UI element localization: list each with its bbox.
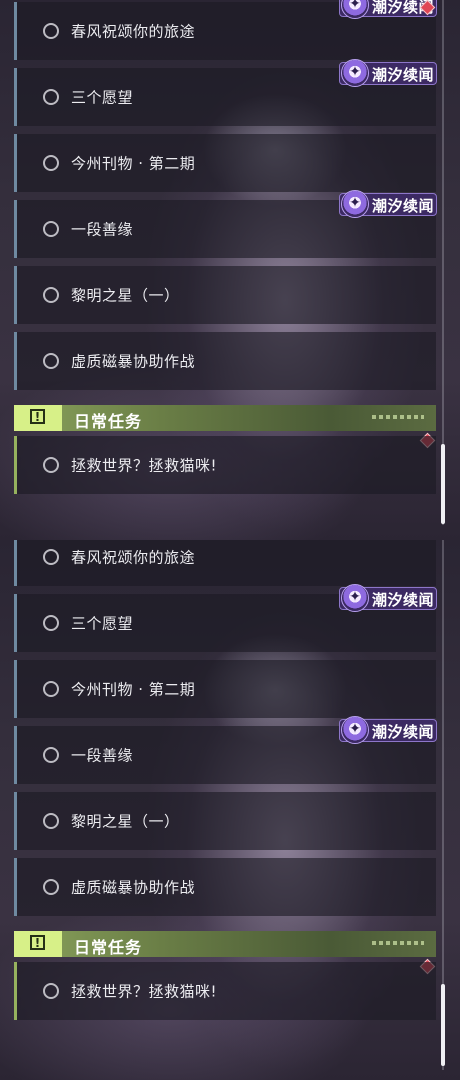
sparkle-icon: ✦ [341,716,369,744]
badge-label: 潮汐续闻 [372,66,435,84]
quest-item[interactable]: 虚质磁暴协助作战 [14,858,436,916]
quest-status-circle-icon [43,353,59,369]
badge-label: 潮汐续闻 [372,591,435,609]
scrollbar-thumb[interactable] [441,984,445,1066]
quest-title: 黎明之星（一） [71,286,180,305]
exclamation-box-icon: ! [14,931,62,957]
quest-list-panel-bottom: 春风祝颂你的旅途 三个愿望 ✦ 潮汐续闻 今州刊物 · 第二期 一段善缘 ✦ 潮… [0,540,460,1080]
exclamation-box-icon: ! [14,405,62,431]
quest-title: 三个愿望 [71,88,134,107]
tide-tale-badge: ✦ 潮汐续闻 [339,59,437,87]
quest-status-circle-icon [43,221,59,237]
daily-quest-item[interactable]: 拯救世界？拯救猫咪! [14,962,436,1020]
daily-tasks-header: ! 日常任务 [14,405,436,431]
quest-item[interactable]: 春风祝颂你的旅途 [14,540,436,586]
quest-status-circle-icon [43,23,59,39]
quest-status-circle-icon [43,615,59,631]
quest-status-circle-icon [43,681,59,697]
quest-title: 一段善缘 [71,746,134,765]
quest-status-circle-icon [43,155,59,171]
quest-title: 今州刊物 · 第二期 [71,680,196,699]
sparkle-icon: ✦ [341,0,369,19]
quest-title: 春风祝颂你的旅途 [71,548,196,567]
quest-title: 一段善缘 [71,220,134,239]
quest-title: 虚质磁暴协助作战 [71,352,196,371]
quest-title: 三个愿望 [71,614,134,633]
quest-title: 春风祝颂你的旅途 [71,22,196,41]
quest-status-circle-icon [43,747,59,763]
sparkle-icon: ✦ [341,584,369,612]
quest-item[interactable]: 虚质磁暴协助作战 [14,332,436,390]
daily-quest-item[interactable]: 拯救世界？拯救猫咪! [14,436,436,494]
quest-title: 虚质磁暴协助作战 [71,878,196,897]
scrollbar-thumb[interactable] [441,444,445,524]
tide-tale-badge: ✦ 潮汐续闻 [339,584,437,612]
decorative-stripe [372,415,424,419]
decorative-stripe [372,941,424,945]
quest-item[interactable]: 今州刊物 · 第二期 [14,134,436,192]
quest-status-circle-icon [43,549,59,565]
quest-status-circle-icon [43,89,59,105]
quest-status-circle-icon [43,287,59,303]
quest-item[interactable]: 黎明之星（一） [14,792,436,850]
section-title: 日常任务 [74,412,143,431]
badge-label: 潮汐续闻 [372,197,435,215]
quest-status-circle-icon [43,813,59,829]
sparkle-icon: ✦ [341,190,369,218]
sparkle-icon: ✦ [341,59,369,87]
quest-title: 今州刊物 · 第二期 [71,154,196,173]
tide-tale-badge: ✦ 潮汐续闻 [339,716,437,744]
quest-item[interactable]: 黎明之星（一） [14,266,436,324]
badge-label: 潮汐续闻 [372,723,435,741]
quest-title: 拯救世界？拯救猫咪! [71,456,218,475]
quest-title: 黎明之星（一） [71,812,180,831]
section-title: 日常任务 [74,938,143,957]
quest-item[interactable]: 今州刊物 · 第二期 [14,660,436,718]
quest-title: 拯救世界？拯救猫咪! [71,982,218,1001]
quest-status-circle-icon [43,457,59,473]
quest-status-circle-icon [43,879,59,895]
daily-tasks-header: ! 日常任务 [14,931,436,957]
quest-status-circle-icon [43,983,59,999]
quest-list-panel-top: 春风祝颂你的旅途 ✦ 潮汐续闻 三个愿望 ✦ 潮汐续闻 今州刊物 · 第二期 一… [0,0,460,540]
tide-tale-badge: ✦ 潮汐续闻 [339,190,437,218]
